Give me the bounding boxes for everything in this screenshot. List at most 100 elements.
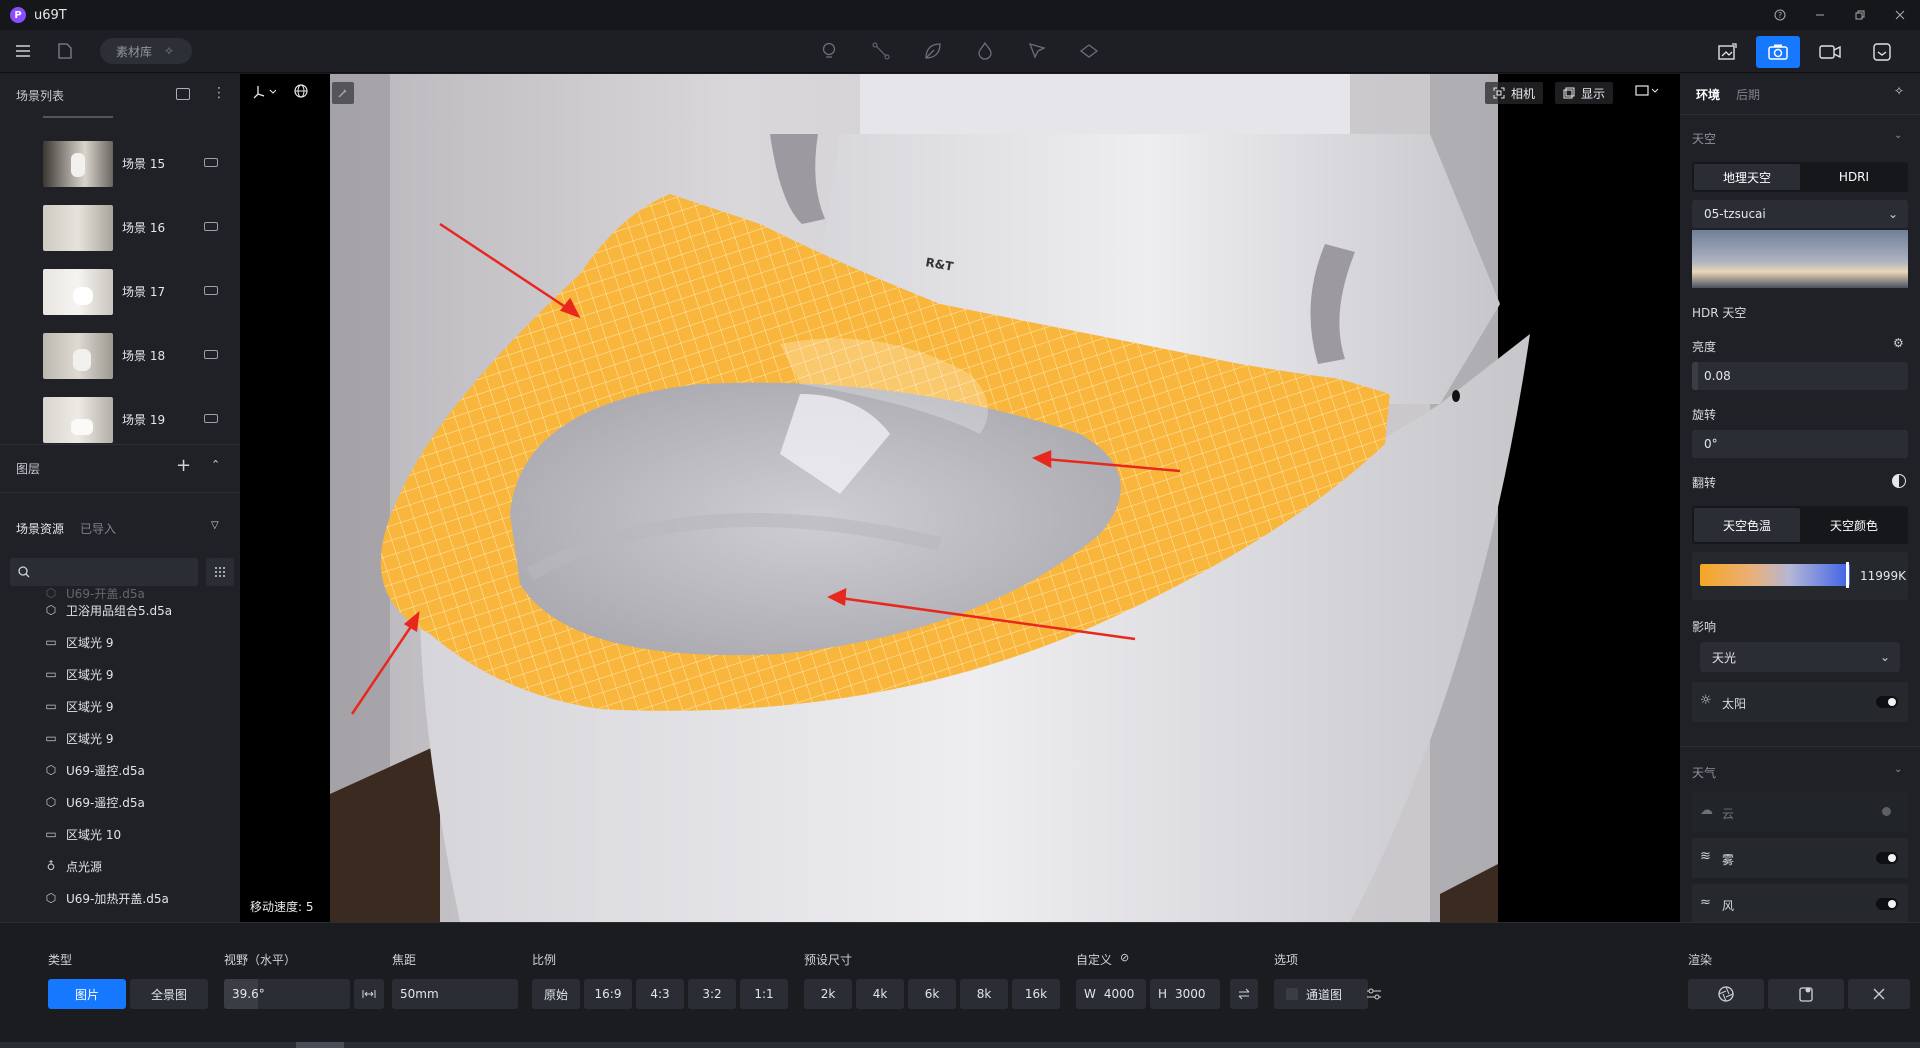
magic-icon[interactable]: ✧: [1894, 84, 1904, 98]
fov-input[interactable]: 39.6°: [224, 979, 350, 1009]
tab-scene-assets[interactable]: 场景资源: [16, 520, 64, 537]
ratio-4-3-button[interactable]: 4:3: [636, 979, 684, 1009]
hdri-select[interactable]: 05-tzsucai ⌄: [1692, 200, 1908, 228]
camera-view-button[interactable]: 相机: [1485, 82, 1544, 104]
add-layer-icon[interactable]: +: [176, 457, 191, 475]
fire-icon[interactable]: [974, 38, 996, 64]
channel-checkbox[interactable]: [1286, 988, 1298, 1000]
height-input[interactable]: H 3000: [1150, 979, 1220, 1009]
settings-sliders-icon[interactable]: [1360, 979, 1388, 1009]
preset-6k-button[interactable]: 6k: [908, 979, 956, 1009]
width-input[interactable]: W 4000: [1076, 979, 1146, 1009]
asset-item[interactable]: ▭ 区域光 9: [0, 626, 240, 658]
display-button[interactable]: 显示: [1555, 82, 1614, 104]
preset-16k-button[interactable]: 16k: [1012, 979, 1060, 1009]
asset-item[interactable]: ⬡ 卫浴用品组合5.d5a: [0, 594, 240, 626]
sky-temp-button[interactable]: 天空色温: [1694, 508, 1800, 542]
scene-item[interactable]: 场景 16: [0, 202, 240, 260]
asset-item[interactable]: ▭ 区域光 10: [0, 818, 240, 850]
asset-item[interactable]: ▭ 区域光 9: [0, 658, 240, 690]
leaf-icon[interactable]: [922, 38, 944, 64]
sun-toggle[interactable]: [1876, 696, 1898, 708]
video-icon[interactable]: [1808, 36, 1852, 68]
temperature-handle[interactable]: [1846, 562, 1849, 588]
camera-icon[interactable]: [1756, 36, 1800, 68]
fog-toggle[interactable]: [1876, 852, 1898, 864]
more-icon[interactable]: ⋮: [212, 86, 226, 100]
close-icon[interactable]: [1880, 0, 1920, 30]
ratio-original-button[interactable]: 原始: [532, 979, 580, 1009]
scene-camera-icon[interactable]: [204, 222, 218, 231]
focal-input[interactable]: 50mm: [392, 979, 518, 1009]
minimize-icon[interactable]: [1800, 0, 1840, 30]
brightness-input[interactable]: 0.08: [1692, 362, 1908, 390]
layers-icon[interactable]: [1078, 38, 1100, 64]
adjust-icon[interactable]: ⚙: [1893, 336, 1904, 350]
asset-item[interactable]: ⬡ U69-加热开盖.d5a: [0, 882, 240, 914]
grid-view-icon[interactable]: [206, 558, 234, 586]
scene-camera-icon[interactable]: [204, 286, 218, 295]
wind-toggle[interactable]: [1876, 898, 1898, 910]
swap-icon[interactable]: [1230, 979, 1258, 1009]
preset-2k-button[interactable]: 2k: [804, 979, 852, 1009]
asset-item[interactable]: ⬡ U69-遥控.d5a: [0, 786, 240, 818]
influence-select[interactable]: 天光 ⌄: [1700, 642, 1900, 672]
asset-item[interactable]: ⬡ U69-遥控.d5a: [0, 754, 240, 786]
globe-icon[interactable]: [294, 84, 308, 98]
cloud-toggle[interactable]: [1882, 807, 1891, 816]
tab-imported[interactable]: 已导入: [80, 520, 116, 537]
scene-item[interactable]: 场景 15: [0, 138, 240, 196]
scene-item[interactable]: 场景 18: [0, 330, 240, 388]
eyedropper-icon[interactable]: [332, 82, 354, 104]
close-render-icon[interactable]: [1848, 979, 1910, 1009]
image-export-icon[interactable]: [1706, 36, 1750, 68]
view-options-icon[interactable]: [1635, 84, 1659, 98]
help-icon[interactable]: ?: [1760, 0, 1800, 30]
sky-color-button[interactable]: 天空颜色: [1802, 508, 1906, 542]
fit-width-icon[interactable]: [354, 979, 384, 1009]
link-icon[interactable]: ⊘: [1120, 951, 1129, 964]
channel-option[interactable]: 通道图: [1274, 979, 1368, 1009]
scene-camera-icon[interactable]: [204, 350, 218, 359]
ratio-3-2-button[interactable]: 3:2: [688, 979, 736, 1009]
search-input[interactable]: [10, 558, 198, 586]
chevron-down-icon[interactable]: ⌄: [1894, 764, 1902, 775]
asset-item[interactable]: ♁ 点光源: [0, 850, 240, 882]
channel-label: 通道图: [1306, 987, 1343, 1002]
transform-gizmo-icon[interactable]: [252, 84, 276, 100]
ratio-1-1-button[interactable]: 1:1: [740, 979, 788, 1009]
render-aperture-icon[interactable]: [1688, 979, 1764, 1009]
file-icon[interactable]: [54, 40, 76, 62]
chevron-down-icon[interactable]: ▽: [211, 520, 219, 531]
download-icon[interactable]: [1860, 36, 1904, 68]
render-viewport[interactable]: R&T 相机 显示 移动速度: 5: [240, 74, 1680, 922]
restore-icon[interactable]: [1840, 0, 1880, 30]
tab-environment[interactable]: 环境: [1696, 86, 1720, 103]
add-scene-icon[interactable]: [176, 88, 190, 100]
flip-toggle-icon[interactable]: [1892, 474, 1906, 488]
pen-icon[interactable]: [1026, 38, 1048, 64]
asset-item[interactable]: ▭ 区域光 9: [0, 690, 240, 722]
scene-camera-icon[interactable]: [204, 414, 218, 423]
chevron-down-icon[interactable]: ⌄: [1894, 130, 1902, 141]
rotation-input[interactable]: 0°: [1692, 430, 1908, 458]
temperature-slider[interactable]: [1700, 564, 1850, 586]
geo-sky-button[interactable]: 地理天空: [1694, 164, 1800, 190]
preset-4k-button[interactable]: 4k: [856, 979, 904, 1009]
scene-item[interactable]: 场景 17: [0, 266, 240, 324]
asset-item[interactable]: ▭ 区域光 9: [0, 722, 240, 754]
bulb-icon[interactable]: [818, 38, 840, 64]
ratio-16-9-button[interactable]: 16:9: [584, 979, 632, 1009]
preset-8k-button[interactable]: 8k: [960, 979, 1008, 1009]
material-library-chip[interactable]: 素材库 ✧: [100, 38, 192, 64]
path-icon[interactable]: [870, 38, 892, 64]
hdri-button[interactable]: HDRI: [1802, 164, 1906, 190]
menu-icon[interactable]: [12, 40, 34, 62]
type-panorama-button[interactable]: 全景图: [130, 979, 208, 1009]
tab-post[interactable]: 后期: [1736, 86, 1760, 103]
scrollbar-thumb[interactable]: [296, 1042, 344, 1048]
collapse-icon[interactable]: ⌃: [211, 458, 220, 471]
type-image-button[interactable]: 图片: [48, 979, 126, 1009]
scene-camera-icon[interactable]: [204, 158, 218, 167]
render-queue-icon[interactable]: [1768, 979, 1844, 1009]
